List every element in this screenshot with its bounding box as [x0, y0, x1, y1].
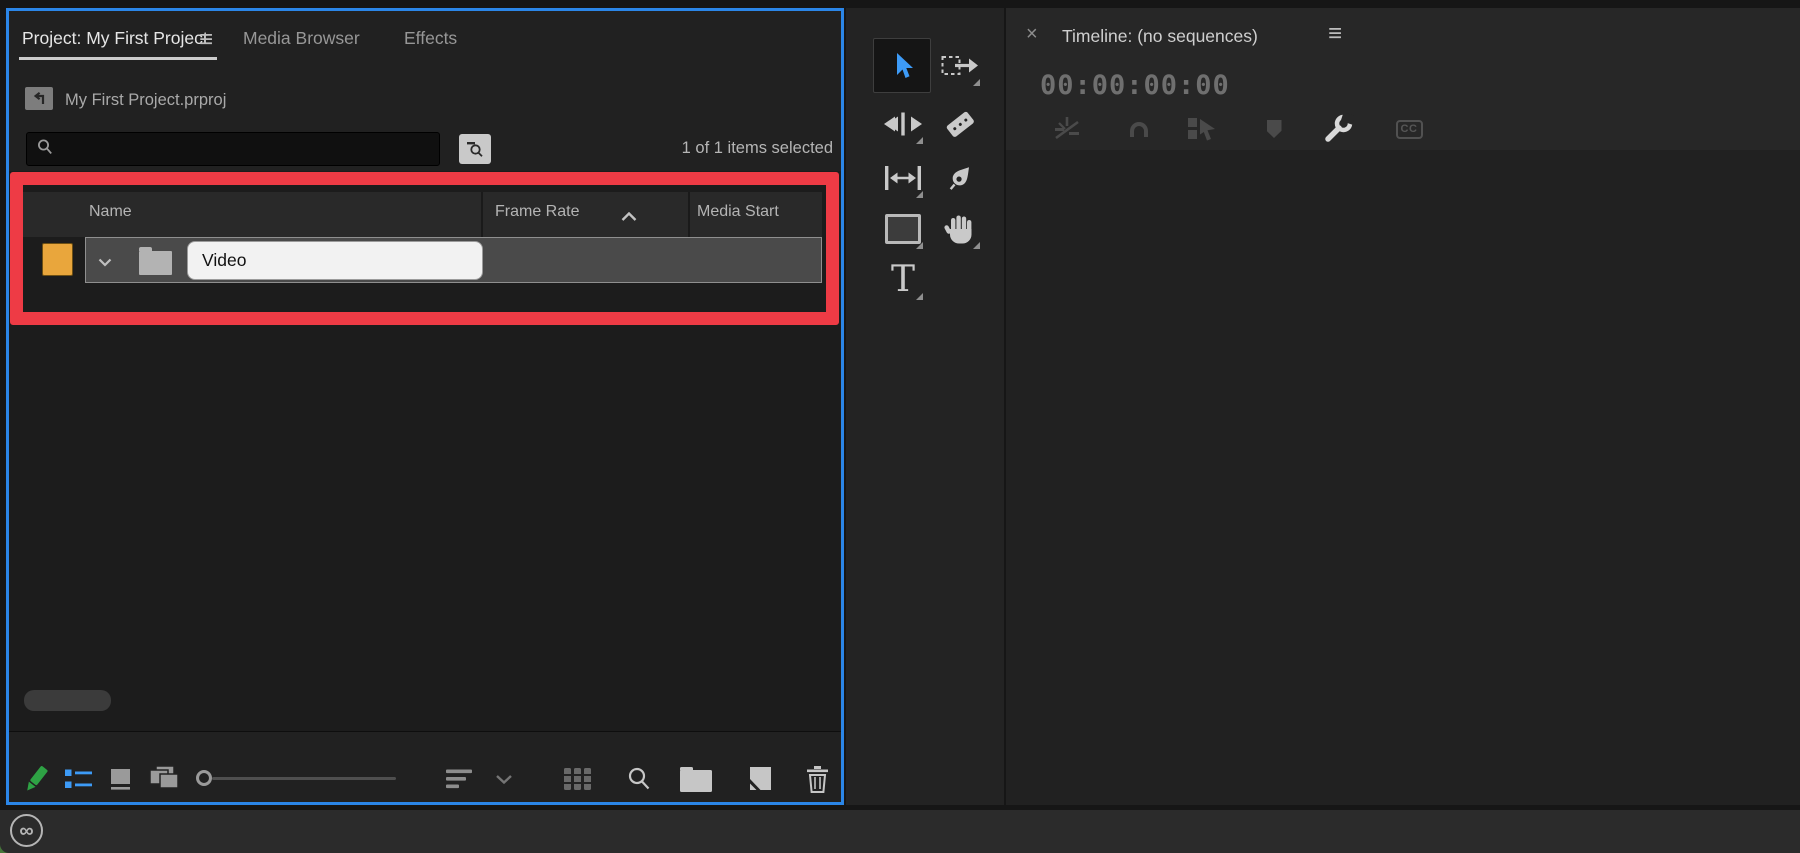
- snap-magnet-icon[interactable]: [1119, 112, 1159, 146]
- project-file-name[interactable]: My First Project.prproj: [65, 91, 226, 110]
- ripple-edit-tool[interactable]: [881, 102, 925, 146]
- column-divider[interactable]: [688, 192, 690, 237]
- column-header-frame-rate[interactable]: Frame Rate: [495, 203, 579, 221]
- column-divider[interactable]: [481, 192, 483, 237]
- sort-chevron-down-icon[interactable]: [492, 757, 516, 801]
- playhead-timecode[interactable]: 00:00:00:00: [1040, 70, 1230, 101]
- zoom-slider-knob[interactable]: [196, 770, 212, 786]
- type-tool[interactable]: T: [881, 258, 925, 302]
- chevron-down-icon[interactable]: [98, 254, 112, 272]
- timeline-display-settings-wrench-icon[interactable]: [1318, 112, 1358, 146]
- search-icon: [36, 138, 54, 161]
- selection-status: 1 of 1 items selected: [682, 139, 833, 158]
- tools-panel: T: [846, 8, 1004, 805]
- razor-tool[interactable]: [938, 102, 982, 146]
- search-bin-button[interactable]: [459, 134, 491, 164]
- track-select-forward-tool[interactable]: [938, 44, 982, 88]
- tool-flyout-indicator: [916, 191, 923, 198]
- tool-flyout-indicator: [973, 79, 980, 86]
- new-item-button[interactable]: [745, 757, 775, 801]
- sort-options-icon[interactable]: [443, 757, 477, 801]
- insert-overwrite-as-nests-icon[interactable]: [1047, 112, 1087, 146]
- pen-tool[interactable]: [938, 156, 982, 200]
- type-tool-glyph: T: [891, 262, 915, 298]
- bin-label-color-chip[interactable]: [42, 243, 73, 276]
- zoom-slider-track[interactable]: [212, 777, 396, 780]
- premiere-pro-workspace: ∞ Project: My First Project ≡ Media Brow…: [0, 0, 1800, 853]
- captions-icon[interactable]: CC: [1389, 112, 1429, 146]
- clear-trash-button[interactable]: [802, 757, 832, 801]
- column-header-name[interactable]: Name: [89, 203, 132, 221]
- linked-selection-icon[interactable]: [1182, 112, 1222, 146]
- column-header-media-start[interactable]: Media Start: [697, 203, 779, 221]
- tab-project[interactable]: Project: My First Project: [22, 28, 208, 49]
- hand-tool[interactable]: [938, 207, 982, 251]
- icon-view-button[interactable]: [105, 757, 137, 801]
- add-marker-icon[interactable]: [1254, 112, 1294, 146]
- search-input[interactable]: [62, 140, 422, 159]
- list-header-row: Name Frame Rate Media Start: [23, 192, 822, 237]
- bin-folder-icon[interactable]: [139, 251, 172, 275]
- tool-flyout-indicator: [916, 137, 923, 144]
- timeline-tab-title[interactable]: Timeline: (no sequences): [1062, 26, 1258, 47]
- find-icon[interactable]: [622, 757, 656, 801]
- automate-to-sequence-icon[interactable]: [560, 757, 596, 801]
- rectangle-tool[interactable]: [881, 207, 925, 251]
- project-panel-menu-icon[interactable]: ≡: [199, 28, 213, 52]
- tool-flyout-indicator: [916, 242, 923, 249]
- timeline-header: × Timeline: (no sequences) ≡ 00:00:00:00: [1006, 8, 1800, 150]
- project-panel: Project: My First Project ≡ Media Browse…: [6, 8, 844, 805]
- close-icon[interactable]: ×: [1026, 24, 1038, 44]
- creative-cloud-icon[interactable]: ∞: [10, 814, 43, 847]
- bin-rename-input[interactable]: [187, 241, 483, 280]
- timeline-panel-menu-icon[interactable]: ≡: [1328, 22, 1342, 46]
- tool-flyout-indicator: [973, 242, 980, 249]
- tab-media-browser[interactable]: Media Browser: [243, 28, 360, 49]
- new-bin-button[interactable]: [677, 757, 715, 801]
- sort-ascending-icon[interactable]: [621, 208, 637, 226]
- list-view-button[interactable]: [62, 757, 96, 801]
- status-bar: ∞: [0, 810, 1800, 853]
- captions-label: CC: [1396, 120, 1423, 139]
- timeline-panel: × Timeline: (no sequences) ≡ 00:00:00:00: [1006, 8, 1800, 805]
- active-tab-underline: [19, 57, 217, 60]
- project-writable-pencil-icon[interactable]: [20, 757, 52, 801]
- slip-tool[interactable]: [881, 156, 925, 200]
- search-box[interactable]: [26, 132, 440, 166]
- horizontal-scrollbar[interactable]: [24, 690, 111, 711]
- selection-tool[interactable]: [873, 38, 931, 93]
- tab-effects[interactable]: Effects: [404, 28, 457, 49]
- freeform-view-button[interactable]: [145, 757, 183, 801]
- navigate-up-icon[interactable]: [25, 87, 53, 110]
- tool-flyout-indicator: [916, 293, 923, 300]
